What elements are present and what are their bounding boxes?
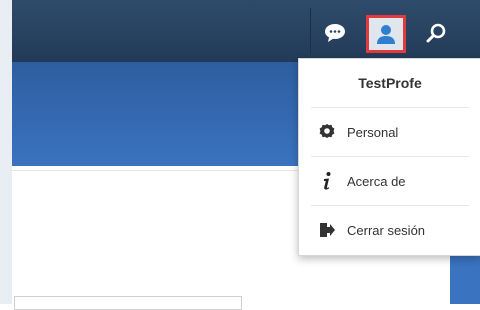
topbar-separator xyxy=(310,8,311,54)
info-icon xyxy=(317,171,337,191)
gear-icon xyxy=(317,122,337,142)
menu-item-logout[interactable]: Cerrar sesión xyxy=(299,206,480,254)
menu-item-label: Personal xyxy=(347,124,399,140)
user-dropdown-menu: TestProfe Personal Acerca de Cerrar sesi… xyxy=(298,58,480,256)
logout-icon xyxy=(317,220,337,240)
user-menu-button[interactable] xyxy=(366,15,406,53)
menu-username: TestProfe xyxy=(358,75,422,91)
search-icon xyxy=(426,23,446,43)
user-icon xyxy=(377,25,395,44)
menu-item-label: Cerrar sesión xyxy=(347,222,426,238)
chat-button[interactable] xyxy=(319,17,351,49)
menu-item-label: Acerca de xyxy=(347,173,406,189)
chat-icon xyxy=(325,24,345,42)
menu-item-about[interactable]: Acerca de xyxy=(299,157,480,205)
search-button[interactable] xyxy=(420,17,452,49)
text-input[interactable] xyxy=(14,296,242,310)
menu-item-personal[interactable]: Personal xyxy=(299,108,480,156)
top-bar xyxy=(12,0,480,62)
